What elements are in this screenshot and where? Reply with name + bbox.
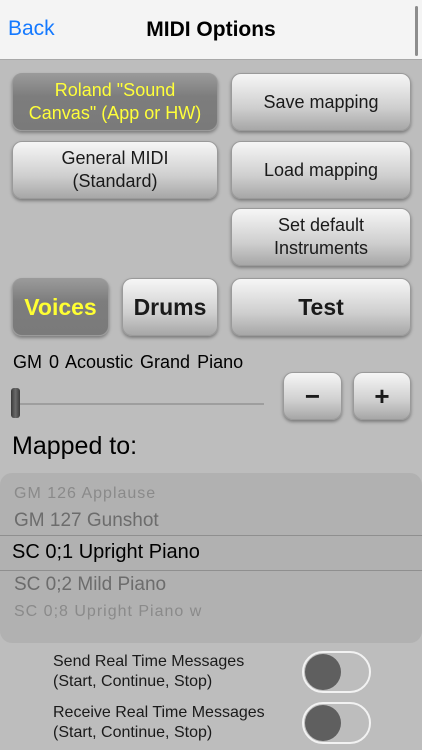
send-realtime-label: Send Real Time Messages (Start, Continue… (53, 653, 245, 690)
picker-item-selected[interactable]: SC 0;1 Upright Piano (12, 541, 200, 564)
picker-item[interactable]: GM 127 Gunshot (14, 510, 159, 532)
picker-selection-bottom (0, 570, 422, 571)
picker-selection-top (0, 535, 422, 536)
send-realtime-toggle[interactable] (302, 651, 371, 693)
general-midi-button[interactable]: General MIDI (Standard) (12, 141, 218, 199)
tab-voices[interactable]: Voices (12, 278, 109, 336)
current-instrument-label: GM 0 Acoustic Grand Piano (13, 352, 244, 372)
increment-button[interactable]: + (353, 372, 411, 420)
toggle-knob (305, 705, 341, 741)
picker-item[interactable]: SC 0;8 Upright Piano w (14, 603, 202, 621)
receive-realtime-toggle[interactable] (302, 702, 371, 744)
instrument-slider-track[interactable] (14, 403, 264, 405)
tab-drums[interactable]: Drums (122, 278, 218, 336)
roland-sound-canvas-button[interactable]: Roland "Sound Canvas" (App or HW) (12, 73, 218, 131)
toggle-knob (305, 654, 341, 690)
instrument-slider-thumb[interactable] (11, 388, 20, 418)
scroll-indicator (415, 6, 418, 56)
receive-realtime-label: Receive Real Time Messages (Start, Conti… (53, 704, 265, 741)
navigation-bar: Back MIDI Options (0, 0, 422, 60)
save-mapping-button[interactable]: Save mapping (231, 73, 411, 131)
mapped-to-label: Mapped to: (12, 432, 138, 460)
page-title: MIDI Options (146, 18, 276, 41)
mapping-picker[interactable]: GM 126 Applause GM 127 Gunshot SC 0;1 Up… (0, 473, 422, 643)
test-button[interactable]: Test (231, 278, 411, 336)
set-default-instruments-button[interactable]: Set default Instruments (231, 208, 411, 266)
picker-item[interactable]: GM 126 Applause (14, 485, 156, 503)
picker-item[interactable]: SC 0;2 Mild Piano (14, 574, 166, 596)
load-mapping-button[interactable]: Load mapping (231, 141, 411, 199)
decrement-button[interactable]: − (283, 372, 342, 420)
